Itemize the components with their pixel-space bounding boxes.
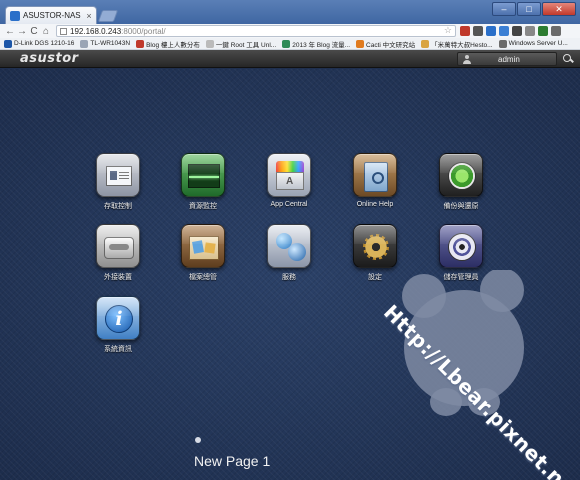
storage-manager-icon	[439, 224, 483, 268]
extension-icon[interactable]	[551, 26, 561, 36]
app-label: App Central	[270, 201, 308, 208]
bookmark-label: Windows Server U...	[508, 40, 568, 47]
window-controls: – □ ✕	[492, 2, 576, 16]
online-help-icon	[353, 153, 397, 197]
extension-icon[interactable]	[460, 26, 470, 36]
bookmark-item[interactable]: 一鍵 Root 工具 Unl...	[205, 39, 277, 49]
bookmark-favicon-icon	[80, 39, 89, 48]
app-label: 備份與還原	[443, 203, 479, 210]
new-page-label[interactable]: New Page 1	[194, 453, 270, 469]
bookmark-label: Blog 樓上人數分布	[146, 41, 200, 49]
forward-arrow-icon[interactable]: →	[16, 26, 28, 37]
bookmark-star-icon[interactable]: ☆	[444, 25, 452, 36]
bookmark-favicon-icon	[205, 39, 214, 48]
bookmark-favicon-icon	[282, 39, 291, 48]
bookmark-item[interactable]: Blog 樓上人數分布	[136, 39, 200, 49]
app-label: 系統資訊	[104, 346, 132, 353]
extension-icon[interactable]	[499, 26, 509, 36]
activity-monitor-icon	[181, 153, 225, 197]
browser-tab[interactable]: ASUSTOR-NAS ×	[5, 6, 97, 24]
extension-icon[interactable]	[538, 26, 548, 36]
bookmark-label: 一鍵 Root 工具 Unl...	[215, 41, 277, 49]
app-online-help[interactable]: Online Help	[345, 153, 405, 208]
bookmark-item[interactable]: TL-WR1043N	[80, 39, 131, 48]
app-label: 檔案總管	[189, 274, 217, 281]
extension-icon[interactable]	[512, 26, 522, 36]
reload-icon[interactable]: C	[28, 26, 40, 37]
back-arrow-icon[interactable]: ←	[4, 26, 16, 37]
external-devices-icon	[96, 224, 140, 268]
app-label: 設定	[368, 274, 382, 281]
app-label: 資源監控	[189, 203, 217, 210]
bookmark-favicon-icon	[4, 39, 12, 48]
close-window-button[interactable]: ✕	[542, 2, 576, 16]
extension-icon[interactable]	[473, 26, 483, 36]
nas-favicon-icon	[10, 10, 20, 21]
settings-gear-icon	[353, 224, 397, 268]
app-label: 外接裝置	[104, 274, 132, 281]
bookmark-favicon-icon	[136, 39, 145, 48]
asustor-logo: asustor	[20, 51, 79, 66]
app-label: 存取控制	[104, 203, 132, 210]
bookmark-item[interactable]: D-Link DGS 1210-16	[4, 39, 75, 48]
address-bar[interactable]: 192.168.0.243 :8000/portal/ ☆	[56, 25, 456, 37]
extension-icons	[460, 26, 561, 36]
bookmarks-bar: D-Link DGS 1210-16 TL-WR1043N Blog 樓上人數分布 一…	[0, 38, 580, 50]
bookmark-label: 「米萬特大叔Hesto...	[431, 41, 493, 49]
tab-close-icon[interactable]: ×	[84, 11, 94, 21]
url-host: 192.168.0.243	[70, 26, 122, 36]
tab-title: ASUSTOR-NAS	[23, 11, 81, 20]
system-information-icon: i	[96, 296, 140, 340]
file-explorer-icon	[181, 224, 225, 268]
services-icon	[267, 224, 311, 268]
app-settings[interactable]: 設定	[345, 224, 405, 282]
app-label: 服務	[282, 274, 296, 281]
user-icon	[462, 55, 472, 64]
app-system-information[interactable]: i 系統資訊	[88, 296, 148, 354]
bookmark-label: D-Link DGS 1210-16	[14, 40, 75, 47]
username: admin	[498, 55, 520, 64]
bookmark-item[interactable]: 2013 年 Blog 流量...	[282, 39, 350, 49]
bookmark-item[interactable]: 「米萬特大叔Hesto...	[421, 39, 493, 49]
app-activity-monitor[interactable]: 資源監控	[173, 153, 233, 211]
access-control-icon	[96, 153, 140, 197]
browser-toolbar: ← → C ⌂ 192.168.0.243 :8000/portal/ ☆	[0, 24, 580, 38]
bookmark-item[interactable]: Cacti 中文研究站	[356, 39, 415, 49]
app-services[interactable]: 服務	[259, 224, 319, 282]
browser-tab-strip: ASUSTOR-NAS × – □ ✕	[0, 0, 580, 24]
user-menu[interactable]: admin	[457, 52, 557, 66]
bookmark-favicon-icon	[356, 39, 365, 48]
app-file-explorer[interactable]: 檔案總管	[173, 224, 233, 282]
app-central-icon: A	[267, 153, 311, 197]
app-backup-restore[interactable]: 備份與還原	[431, 153, 491, 211]
minimize-button[interactable]: –	[492, 2, 516, 16]
adm-header: asustor admin	[0, 50, 580, 68]
extension-icon[interactable]	[525, 26, 535, 36]
url-path: :8000/portal/	[121, 26, 166, 36]
bookmark-favicon-icon	[421, 39, 430, 48]
new-tab-button[interactable]	[97, 10, 119, 22]
home-icon[interactable]: ⌂	[40, 26, 52, 37]
search-icon[interactable]	[560, 52, 576, 66]
page-icon	[60, 27, 67, 35]
maximize-button[interactable]: □	[517, 2, 541, 16]
extension-icon[interactable]	[486, 26, 496, 36]
app-app-central[interactable]: A App Central	[259, 153, 319, 208]
bookmark-label: 2013 年 Blog 流量...	[292, 41, 351, 49]
page-indicator-dot[interactable]	[195, 437, 201, 443]
backup-restore-icon	[439, 153, 483, 197]
app-label: Online Help	[356, 201, 394, 208]
bookmark-label: TL-WR1043N	[90, 40, 131, 47]
bookmark-favicon-icon	[498, 39, 507, 48]
app-external-devices[interactable]: 外接裝置	[88, 224, 148, 282]
app-access-control[interactable]: 存取控制	[88, 153, 148, 211]
bookmark-item[interactable]: Windows Server U...	[498, 39, 568, 48]
bookmark-label: Cacti 中文研究站	[366, 41, 416, 49]
